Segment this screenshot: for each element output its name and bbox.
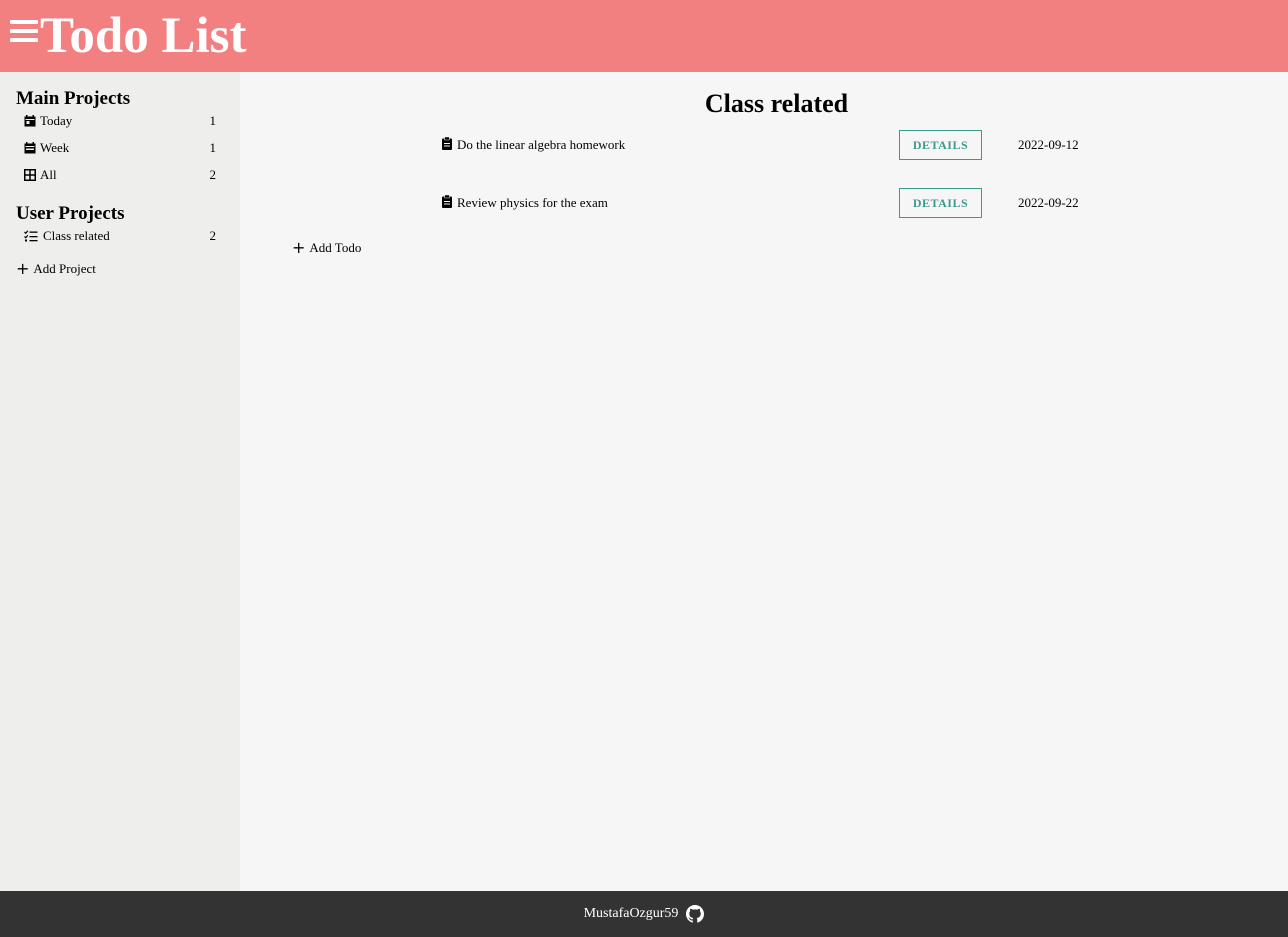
sidebar-item-count: 1 bbox=[209, 113, 217, 128]
todo-title[interactable]: Review physics for the exam bbox=[457, 195, 608, 210]
todo-item: Do the linear algebra homework DETAILS 2… bbox=[442, 130, 1102, 160]
calendar-day-icon bbox=[24, 115, 36, 127]
app-title: Todo List bbox=[40, 8, 247, 64]
sidebar-item-label: Today bbox=[40, 113, 73, 128]
checklist-icon bbox=[24, 230, 38, 242]
todo-date: 2022-09-22 bbox=[1018, 195, 1079, 210]
add-todo-button[interactable]: + Add Todo bbox=[292, 240, 361, 256]
sidebar-item-class-related[interactable]: Class related 2 bbox=[24, 227, 216, 245]
clipboard-icon bbox=[442, 194, 452, 208]
details-button[interactable]: DETAILS bbox=[899, 130, 982, 160]
sidebar-item-count: 1 bbox=[209, 140, 217, 155]
user-projects-heading: User Projects bbox=[16, 203, 125, 224]
sidebar-item-label: Class related bbox=[43, 228, 110, 243]
main-content: Class related Do the linear algebra home… bbox=[240, 72, 1288, 891]
sidebar-item-label: Week bbox=[40, 140, 70, 155]
add-project-button[interactable]: + Add Project bbox=[16, 261, 96, 277]
project-title: Class related bbox=[704, 89, 849, 118]
grid-icon bbox=[24, 169, 36, 181]
sidebar: Main Projects Today 1 Week 1 All 2 User … bbox=[0, 72, 240, 891]
author-name: MustafaOzgur59 bbox=[583, 906, 679, 921]
sidebar-item-all[interactable]: All 2 bbox=[24, 166, 216, 184]
calendar-week-icon bbox=[24, 142, 36, 154]
sidebar-item-label: All bbox=[40, 167, 57, 182]
details-button[interactable]: DETAILS bbox=[899, 188, 982, 218]
todo-date: 2022-09-12 bbox=[1018, 137, 1079, 152]
sidebar-item-today[interactable]: Today 1 bbox=[24, 112, 216, 130]
add-todo-label: Add Todo bbox=[309, 240, 362, 255]
todo-item: Review physics for the exam DETAILS 2022… bbox=[442, 188, 1102, 218]
app-header: Todo List bbox=[0, 0, 1288, 72]
plus-icon: + bbox=[292, 238, 306, 257]
plus-icon: + bbox=[16, 259, 30, 278]
todo-title[interactable]: Do the linear algebra homework bbox=[457, 137, 625, 152]
footer: MustafaOzgur59 bbox=[0, 891, 1288, 937]
main-projects-heading: Main Projects bbox=[16, 88, 131, 109]
sidebar-item-week[interactable]: Week 1 bbox=[24, 139, 216, 157]
clipboard-icon bbox=[442, 136, 452, 150]
add-project-label: Add Project bbox=[33, 261, 96, 276]
sidebar-item-count: 2 bbox=[209, 228, 217, 243]
hamburger-menu-icon[interactable] bbox=[10, 20, 38, 44]
github-icon[interactable] bbox=[686, 905, 705, 923]
sidebar-item-count: 2 bbox=[209, 167, 217, 182]
